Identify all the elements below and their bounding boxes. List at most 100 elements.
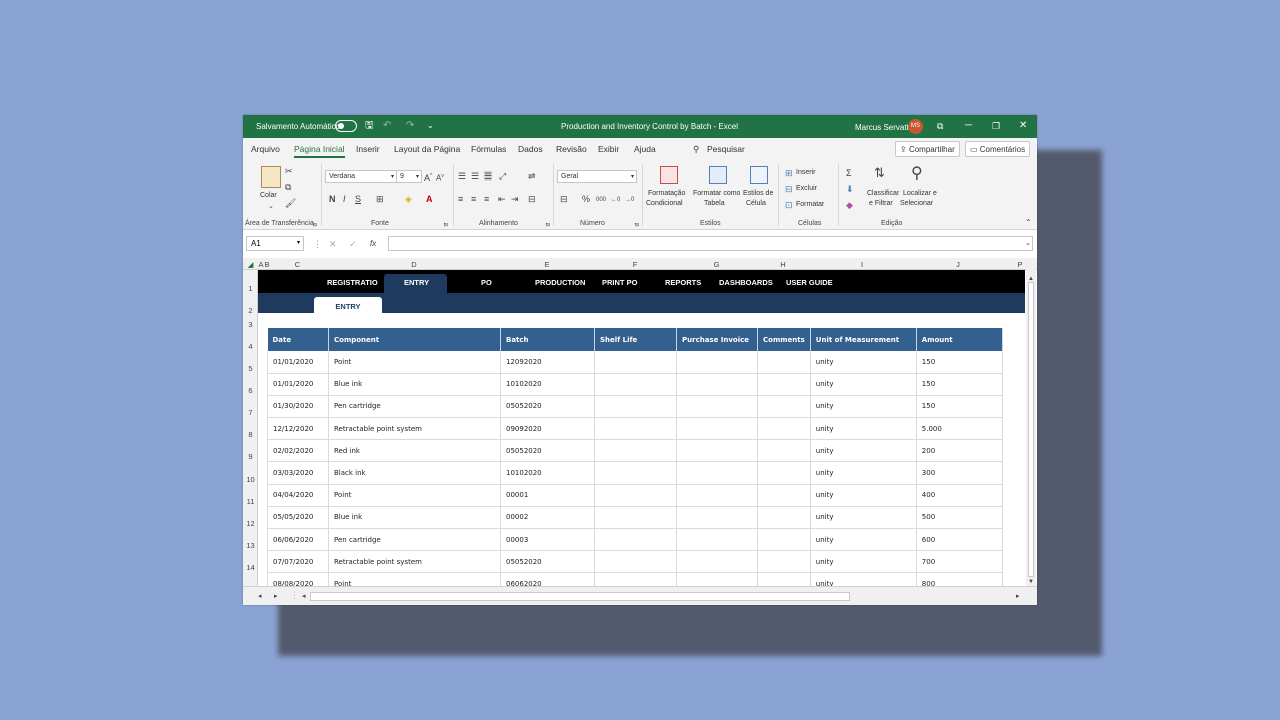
table-cell[interactable] (676, 484, 758, 507)
table-cell[interactable]: 150 (916, 351, 1003, 374)
column-header[interactable]: C (267, 260, 328, 269)
orientation-icon[interactable]: ⤢ (499, 171, 506, 181)
table-cell[interactable] (757, 506, 811, 530)
nav-dashboards[interactable]: DASHBOARDS (719, 278, 773, 287)
table-cell[interactable] (757, 439, 811, 463)
nav-print-po[interactable]: PRINT PO (602, 278, 637, 287)
fill-icon[interactable]: ⬇ (846, 184, 854, 194)
select-all-corner[interactable]: ◢ (243, 260, 258, 269)
vertical-scrollbar[interactable]: ▲ ▼ (1026, 260, 1036, 586)
table-cell[interactable] (594, 439, 677, 463)
table-cell[interactable] (594, 417, 677, 441)
table-cell[interactable]: Pen cartridge (328, 395, 501, 419)
table-cell[interactable] (757, 395, 811, 419)
row-header[interactable]: 8 (243, 430, 258, 439)
column-header[interactable]: D (328, 260, 500, 269)
table-cell[interactable]: 700 (916, 550, 1003, 574)
delete-cells-icon[interactable]: ⊟ (785, 184, 793, 194)
conditional-format-label-2[interactable]: Condicional (646, 199, 683, 209)
merge-center-icon[interactable]: ⊟ (528, 194, 536, 204)
increase-indent-icon[interactable]: ⇥ (511, 194, 519, 204)
align-bottom-icon[interactable]: ☰ (484, 171, 493, 181)
table-cell[interactable]: Blue ink (328, 373, 501, 396)
table-cell[interactable] (757, 484, 811, 507)
scroll-left-icon[interactable]: ◂ (302, 592, 306, 602)
align-right-icon[interactable]: ≡ (484, 194, 489, 204)
scroll-right-icon[interactable]: ▸ (1016, 592, 1020, 602)
delete-label[interactable]: Excluir (796, 185, 817, 192)
table-cell[interactable]: Point (328, 484, 501, 507)
wrap-text-icon[interactable]: ⇌ (528, 171, 536, 181)
search-label[interactable]: Pesquisar (707, 144, 745, 154)
table-cell[interactable]: 00001 (500, 484, 595, 507)
underline-icon[interactable]: S (355, 194, 361, 204)
restore-icon[interactable]: ❐ (992, 120, 1000, 132)
redo-icon[interactable]: ↷ (406, 120, 414, 132)
sort-filter-label-1[interactable]: Classificar (867, 189, 899, 199)
row-header[interactable]: 11 (243, 497, 258, 506)
table-cell[interactable]: 05052020 (500, 439, 595, 463)
share-button[interactable]: ⇪ Compartilhar (895, 141, 960, 157)
table-cell[interactable]: 00003 (500, 528, 595, 552)
table-cell[interactable] (676, 550, 758, 574)
table-cell[interactable]: Retractable point system (328, 417, 501, 441)
tab-revisao[interactable]: Revisão (556, 144, 587, 154)
font-name-combo[interactable]: Verdana ▾ (325, 170, 397, 183)
table-cell[interactable]: 01/01/2020 (267, 373, 329, 396)
table-cell[interactable]: unity (810, 484, 917, 507)
font-size-combo[interactable]: 9 ▾ (396, 170, 422, 183)
row-header[interactable]: 14 (243, 563, 258, 572)
table-cell[interactable] (594, 395, 677, 419)
alignment-launcher-icon[interactable]: ⧅ (546, 220, 550, 230)
format-cells-icon[interactable]: ⊡ (785, 200, 793, 210)
insert-label[interactable]: Inserir (796, 169, 815, 176)
sort-filter-icon[interactable]: ⇅ (874, 166, 885, 179)
table-cell[interactable]: 08/08/2020 (267, 572, 329, 586)
column-header[interactable]: I (809, 260, 915, 269)
column-header[interactable]: E (500, 260, 594, 269)
row-header[interactable]: 5 (243, 364, 258, 373)
name-box[interactable]: A1 ▾ (246, 236, 304, 251)
format-label[interactable]: Formatar (796, 201, 824, 208)
save-icon[interactable]: 🖫 (365, 120, 374, 132)
tab-pagina-inicial[interactable]: Página Inicial (294, 144, 345, 158)
table-cell[interactable] (594, 373, 677, 396)
insert-cells-icon[interactable]: ⊞ (785, 168, 793, 178)
table-cell[interactable] (676, 417, 758, 441)
align-middle-icon[interactable]: ☰ (471, 171, 479, 181)
increase-font-icon[interactable]: A^ (424, 171, 432, 183)
cell-styles-icon[interactable] (750, 166, 768, 184)
borders-icon[interactable]: ⊞ (376, 194, 384, 204)
column-header[interactable]: P (1013, 260, 1027, 269)
table-cell[interactable]: 04/04/2020 (267, 484, 329, 507)
vertical-scroll-thumb[interactable] (1028, 282, 1034, 577)
cancel-icon[interactable]: ✕ (329, 239, 337, 249)
table-cell[interactable] (757, 417, 811, 441)
table-cell[interactable] (757, 461, 811, 485)
find-icon[interactable]: ⚲ (911, 166, 923, 182)
expand-formula-icon[interactable]: ⌄ (1025, 239, 1031, 249)
align-top-icon[interactable]: ☰ (458, 171, 466, 181)
table-cell[interactable]: unity (810, 461, 917, 485)
table-cell[interactable] (676, 461, 758, 485)
column-header[interactable]: G (676, 260, 757, 269)
undo-icon[interactable]: ↶ (383, 120, 391, 132)
close-icon[interactable]: ✕ (1019, 120, 1027, 132)
percent-icon[interactable]: % (582, 194, 590, 204)
comments-button[interactable]: ▭ Comentários (965, 141, 1031, 157)
tab-layout[interactable]: Layout da Página (394, 144, 460, 154)
table-cell[interactable] (594, 461, 677, 485)
table-cell[interactable]: 10102020 (500, 373, 595, 396)
sort-filter-label-2[interactable]: e Filtrar (869, 199, 893, 209)
row-header[interactable]: 12 (243, 519, 258, 528)
minimize-icon[interactable]: ─ (965, 120, 972, 132)
cell-styles-label-2[interactable]: Célula (746, 199, 766, 209)
table-cell[interactable]: 12/12/2020 (267, 417, 329, 441)
autosum-icon[interactable]: Σ (846, 168, 852, 178)
table-cell[interactable]: Retractable point system (328, 550, 501, 574)
row-header[interactable]: 1 (243, 284, 258, 293)
table-cell[interactable]: 03/03/2020 (267, 461, 329, 485)
table-cell[interactable]: 150 (916, 395, 1003, 419)
nav-entry[interactable]: ENTRY (404, 278, 429, 287)
cut-icon[interactable]: ✂ (285, 166, 293, 176)
